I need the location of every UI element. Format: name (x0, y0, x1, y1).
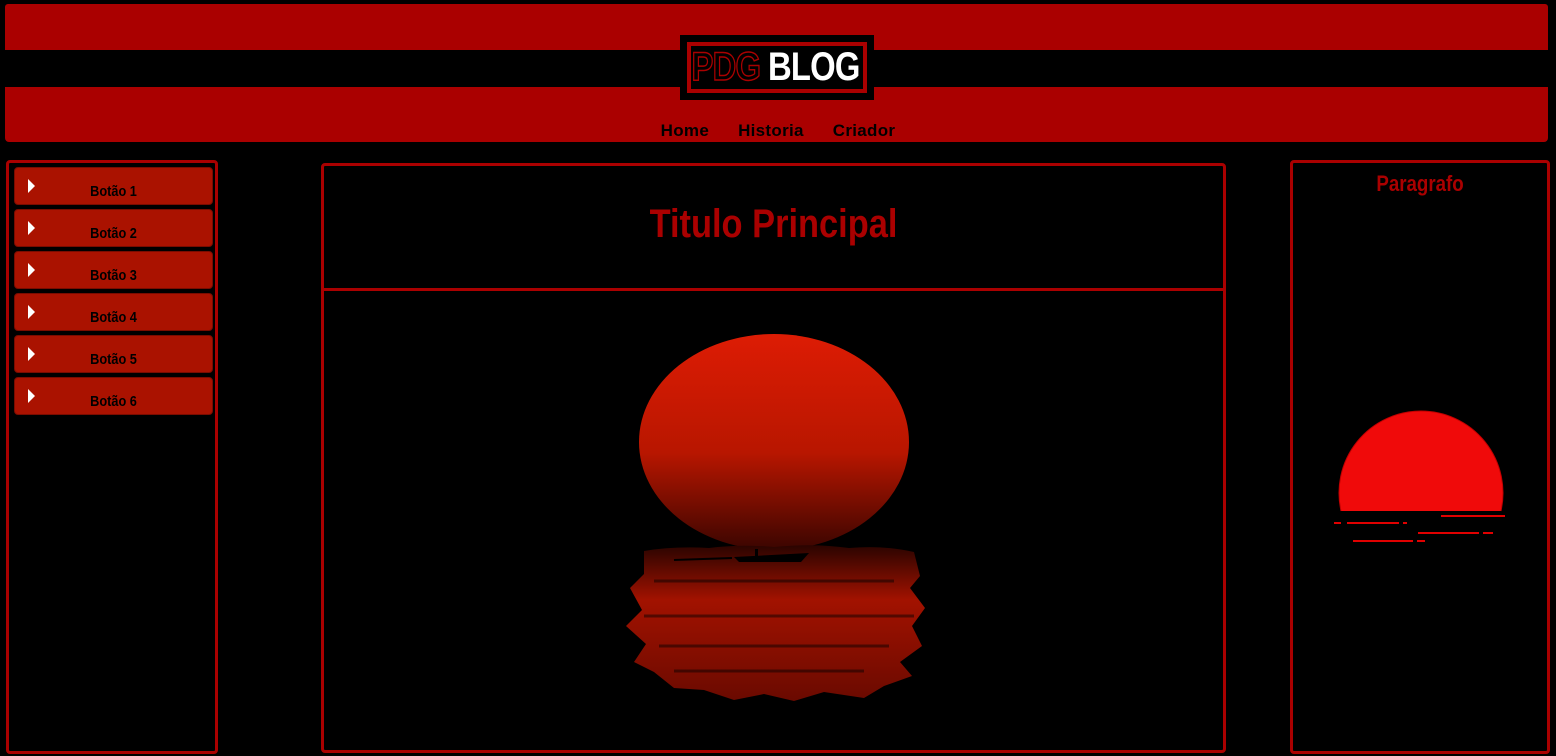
sidebar-button-4[interactable]: Botão 4 (14, 293, 213, 331)
sunset-icon (1334, 410, 1505, 542)
main-nav: Home Historia Criador (0, 121, 1556, 141)
title-box: Titulo Principal (324, 166, 1223, 291)
sidebar-button-label: Botão 4 (90, 309, 137, 326)
left-sidebar: Botão 1 Botão 2 Botão 3 Botão 4 Botão 5 … (6, 160, 218, 754)
sidebar-button-6[interactable]: Botão 6 (14, 377, 213, 415)
sidebar-button-label: Botão 1 (90, 183, 137, 200)
sidebar-button-label: Botão 6 (90, 393, 137, 410)
sidebar-button-5[interactable]: Botão 5 (14, 335, 213, 373)
nav-home[interactable]: Home (661, 121, 709, 141)
sidebar-button-1[interactable]: Botão 1 (14, 167, 213, 205)
nav-historia[interactable]: Historia (738, 121, 804, 141)
side-title: Paragrafo (1376, 171, 1464, 196)
sidebar-button-3[interactable]: Botão 3 (14, 251, 213, 289)
nav-criador[interactable]: Criador (833, 121, 896, 141)
sunset-image (626, 334, 925, 701)
page-title: Titulo Principal (649, 202, 898, 246)
main-content: Titulo Principal (321, 163, 1226, 753)
sidebar-button-label: Botão 2 (90, 225, 137, 242)
sidebar-button-2[interactable]: Botão 2 (14, 209, 213, 247)
logo-text-blog: BLOG (768, 45, 860, 89)
right-sidebar: Paragrafo (1290, 160, 1550, 754)
sidebar-button-label: Botão 3 (90, 267, 137, 284)
logo-text-pdg: PDG (691, 44, 762, 90)
site-logo[interactable]: PDG BLOG (680, 35, 874, 100)
sidebar-button-label: Botão 5 (90, 351, 137, 368)
